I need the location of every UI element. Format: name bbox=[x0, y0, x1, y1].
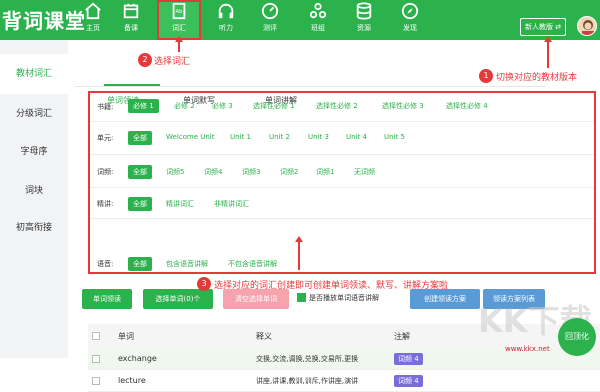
sidebar-item-transition[interactable]: 初高衔接 bbox=[0, 208, 68, 248]
filter-option[interactable]: Unit 2 bbox=[269, 133, 290, 141]
nav-listening[interactable]: 听力 bbox=[208, 2, 244, 38]
filter-option[interactable]: 选择性必修 3 bbox=[382, 101, 424, 111]
tab-divider bbox=[75, 86, 545, 87]
filter-option[interactable]: 不包含语音讲解 bbox=[228, 259, 277, 269]
nav-resources[interactable]: 资源 bbox=[346, 2, 382, 38]
frequency-badge: 词频 4 bbox=[394, 375, 423, 387]
table-row[interactable]: lecture 讲座,讲课,教训,训斥,作讲座,演讲 词频 4 bbox=[88, 370, 600, 392]
row-checkbox[interactable] bbox=[92, 355, 100, 363]
annotation-text-2: 选择词汇 bbox=[154, 57, 191, 67]
filter-option[interactable]: 必修 2 bbox=[174, 101, 195, 111]
filter-option[interactable]: 词频3 bbox=[242, 167, 260, 177]
vocabulary-sidebar: 教材词汇 分级词汇 字母序 词块 初高衔接 bbox=[0, 40, 68, 358]
svg-text:Ab: Ab bbox=[175, 9, 183, 15]
home-icon bbox=[85, 2, 101, 20]
filter-option[interactable]: Unit 3 bbox=[308, 133, 329, 141]
filter-option[interactable]: 全部 bbox=[128, 197, 152, 211]
user-avatar[interactable] bbox=[577, 16, 597, 36]
compass-icon bbox=[401, 2, 419, 20]
nav-home[interactable]: 主页 bbox=[75, 2, 111, 38]
group-icon bbox=[309, 2, 327, 19]
nav-class-group[interactable]: 班组 bbox=[300, 2, 336, 38]
filter-option[interactable]: 词频4 bbox=[204, 167, 222, 177]
filter-option[interactable]: Unit 4 bbox=[346, 133, 367, 141]
annotation-text-1: 切换对应的教材版本 bbox=[496, 73, 578, 83]
back-to-top-button[interactable]: 回顶化 bbox=[558, 318, 596, 356]
nav-assessment[interactable]: 测评 bbox=[252, 2, 288, 38]
annotation-badge-1: 1 bbox=[479, 69, 493, 83]
annotation-text-3: 选择对应的词汇创建即可创建单词领读、默写、讲解方案啦 bbox=[214, 281, 449, 291]
annotation-arrow-1 bbox=[547, 40, 549, 68]
filter-option[interactable]: 词频2 bbox=[280, 167, 298, 177]
select-words-button[interactable]: 选择单词(0)个 bbox=[143, 289, 213, 309]
avatar-icon bbox=[582, 20, 594, 35]
filter-row-audio: 语音: 全部 包含语音讲解 不包含语音讲解 bbox=[90, 219, 594, 273]
meaning-cell: 交换,交流,调换,兑换,交易所,更换 bbox=[256, 355, 359, 363]
filter-option[interactable]: 词频5 bbox=[166, 167, 184, 177]
filter-option[interactable]: 精讲词汇 bbox=[166, 199, 194, 209]
filter-row-frequency: 词频: 全部 词频5 词频4 词频3 词频2 词频1 无词频 bbox=[90, 155, 594, 188]
create-plan-button[interactable]: 创建领读方案 bbox=[410, 289, 480, 309]
word-cell: exchange bbox=[118, 354, 157, 363]
filter-row-unit: 单元: 全部 Welcome Unit Unit 1 Unit 2 Unit 3… bbox=[90, 121, 594, 155]
gauge-icon bbox=[261, 2, 279, 20]
filter-option[interactable]: 无词频 bbox=[354, 167, 375, 177]
edition-switch-button[interactable]: 新人教版 ⇄ bbox=[520, 18, 567, 36]
filter-option[interactable]: 词频1 bbox=[316, 167, 334, 177]
annotation-badge-3: 3 bbox=[197, 277, 211, 291]
headphones-icon bbox=[218, 3, 234, 19]
filter-option[interactable]: 包含语音讲解 bbox=[166, 259, 208, 269]
autoplay-checkbox[interactable] bbox=[297, 293, 306, 302]
row-checkbox[interactable] bbox=[92, 377, 100, 385]
filter-option[interactable]: 全部 bbox=[128, 131, 152, 145]
sidebar-item-alphabetical[interactable]: 字母序 bbox=[0, 132, 68, 172]
annotation-arrowhead-1 bbox=[544, 36, 552, 42]
filter-row-book: 书籍: 必修 1 必修 2 必修 3 选择性必修 1 选择性必修 2 选择性必修… bbox=[90, 93, 594, 122]
sidebar-item-chunks[interactable]: 词块 bbox=[0, 171, 68, 211]
lead-read-button[interactable]: 单词领读 bbox=[82, 289, 132, 309]
filter-option[interactable]: 选择性必修 4 bbox=[446, 101, 488, 111]
frequency-badge: 词频 4 bbox=[394, 353, 423, 365]
sidebar-item-graded-vocab[interactable]: 分级词汇 bbox=[0, 94, 68, 134]
annotation-arrowhead-2 bbox=[175, 36, 183, 42]
nav-discover[interactable]: 发现 bbox=[392, 2, 428, 38]
calendar-icon bbox=[123, 3, 139, 19]
watermark-url: www.kkx.net bbox=[505, 345, 550, 353]
filter-panel: 书籍: 必修 1 必修 2 必修 3 选择性必修 1 选择性必修 2 选择性必修… bbox=[88, 91, 596, 274]
filter-option[interactable]: Welcome Unit bbox=[166, 133, 215, 141]
select-all-checkbox[interactable] bbox=[92, 332, 100, 340]
autoplay-label: 是否播放单词语音讲解 bbox=[309, 294, 379, 302]
filter-option[interactable]: 全部 bbox=[128, 165, 152, 179]
clear-selection-button[interactable]: 清空选择单词 bbox=[223, 289, 289, 309]
filter-option[interactable]: Unit 1 bbox=[230, 133, 251, 141]
sidebar-item-textbook-vocab[interactable]: 教材词汇 bbox=[0, 54, 68, 94]
annotation-arrow-3 bbox=[298, 240, 300, 270]
top-navigation-bar: 背词课堂 主页 备课 Ab 词汇 听力 测评 班组 资源 发现 新人教版 ⇄ bbox=[0, 0, 600, 40]
filter-row-explain: 精讲: 全部 精讲词汇 非精讲词汇 bbox=[90, 188, 594, 219]
filter-option[interactable]: 必修 3 bbox=[212, 101, 233, 111]
word-cell: lecture bbox=[118, 376, 146, 385]
mode-tabs: 单词领读 单词默写 单词讲解 bbox=[75, 66, 545, 105]
app-logo[interactable]: 背词课堂 bbox=[2, 5, 86, 34]
filter-option[interactable]: 全部 bbox=[128, 257, 152, 271]
filter-option[interactable]: 必修 1 bbox=[128, 99, 159, 113]
meaning-cell: 讲座,讲课,教训,训斥,作讲座,演讲 bbox=[256, 377, 359, 385]
filter-option[interactable]: 选择性必修 2 bbox=[316, 101, 358, 111]
filter-option[interactable]: 非精讲词汇 bbox=[214, 199, 249, 209]
annotation-arrowhead-3 bbox=[295, 236, 303, 242]
annotation-badge-2: 2 bbox=[138, 53, 152, 67]
filter-option[interactable]: Unit 5 bbox=[384, 133, 405, 141]
book-icon: Ab bbox=[172, 2, 186, 20]
nav-lesson-prep[interactable]: 备课 bbox=[113, 2, 149, 38]
nav-vocabulary[interactable]: Ab 词汇 bbox=[157, 0, 201, 40]
filter-option[interactable]: 选择性必修 1 bbox=[253, 101, 295, 111]
database-icon bbox=[356, 2, 372, 20]
